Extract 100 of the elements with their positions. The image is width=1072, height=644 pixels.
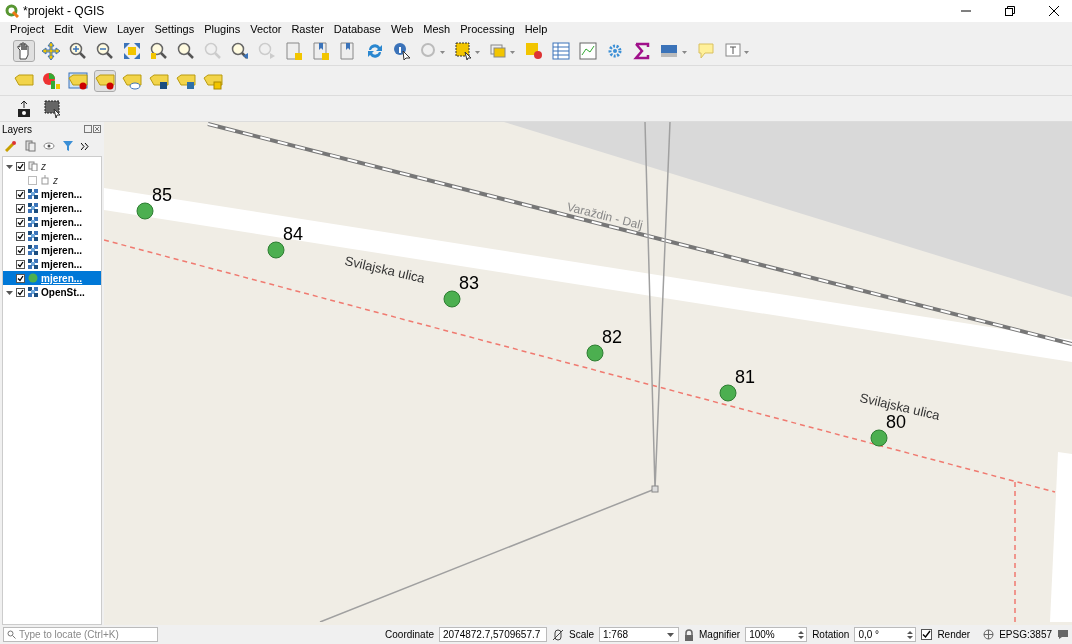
add-group-icon[interactable] (24, 140, 36, 152)
restore-icon[interactable] (1005, 6, 1015, 16)
magnifier-spinbox[interactable]: 100% (745, 627, 808, 642)
table-icon (40, 175, 50, 185)
layer-checkbox[interactable] (16, 161, 25, 171)
more-icon[interactable] (81, 142, 89, 150)
point-label: 85 (152, 185, 173, 205)
measurement-point[interactable] (136, 202, 154, 220)
layer-name: mjeren... (41, 257, 83, 272)
render-label: Render (937, 628, 971, 642)
globe-icon[interactable] (983, 629, 995, 640)
messages-icon[interactable] (1057, 629, 1069, 640)
layer-row[interactable]: OpenSt... (3, 285, 101, 299)
collapse-arrow-icon[interactable] (6, 162, 13, 170)
pin-label-icon[interactable] (68, 70, 88, 91)
measurement-point[interactable] (586, 344, 604, 362)
layer-checkbox[interactable] (16, 203, 25, 213)
zoom-out-icon[interactable] (95, 40, 115, 61)
rotation-spinbox[interactable]: 0,0 ° (854, 627, 917, 642)
layer-row[interactable]: mjeren... (3, 229, 101, 243)
menu-item[interactable]: Vector (245, 20, 287, 38)
zoom-in-icon[interactable] (68, 40, 88, 61)
layer-checkbox[interactable] (16, 273, 25, 283)
filter-icon[interactable] (62, 140, 74, 152)
close-icon[interactable] (1049, 6, 1059, 16)
menu-item[interactable]: Project (5, 20, 50, 38)
layer-checkbox[interactable] (16, 245, 25, 255)
layer-name: mjeren... (41, 229, 83, 244)
layer-checkbox[interactable] (16, 259, 25, 269)
measurement-point[interactable] (443, 290, 461, 308)
layer-row[interactable]: mjeren... (3, 271, 101, 285)
identify-icon[interactable] (392, 40, 412, 61)
pan-to-selection-icon[interactable] (41, 40, 61, 61)
panel-title: Layers (2, 122, 32, 137)
point-label: 80 (886, 412, 907, 432)
layer-row[interactable]: mjeren... (3, 257, 101, 271)
diagram-pie-icon[interactable] (41, 70, 61, 91)
zoom-last-icon[interactable] (230, 40, 250, 61)
lock-icon[interactable] (684, 628, 694, 641)
measurement-point[interactable] (719, 384, 737, 402)
menu-item[interactable]: Help (519, 20, 553, 38)
select-features-icon[interactable] (454, 40, 482, 61)
menu-item[interactable]: Mesh (418, 20, 456, 38)
mouse-icon[interactable] (551, 628, 564, 641)
menu-item[interactable]: Web (385, 20, 419, 38)
point-label: 83 (459, 273, 480, 293)
layer-name: mjeren... (41, 243, 83, 258)
layer-name: mjeren... (41, 271, 83, 286)
zoom-to-layer-icon[interactable] (176, 40, 196, 61)
coordinate-label: Coordinate (385, 628, 434, 642)
menu-item[interactable]: Settings (149, 20, 200, 38)
raster-layer-icon (28, 231, 38, 241)
layer-row[interactable]: mjeren... (3, 201, 101, 215)
field-calculator-icon[interactable] (578, 40, 598, 61)
layer-checkbox[interactable] (16, 231, 25, 241)
layer-row[interactable]: mjeren... (3, 243, 101, 257)
spin-arrows-icon (907, 629, 914, 640)
attribute-table-icon[interactable] (551, 40, 571, 61)
layer-checkbox[interactable] (16, 189, 25, 199)
deselect-icon[interactable] (524, 40, 544, 61)
coordinate-field[interactable]: 2074872.7,5709657.7 (438, 627, 547, 642)
statistics-sigma-icon[interactable] (632, 40, 652, 61)
render-checkbox[interactable] (921, 629, 933, 640)
menu-item[interactable]: Layer (111, 20, 150, 38)
point-layer-icon (28, 273, 38, 283)
style-brush-icon[interactable] (5, 140, 17, 152)
point-label: 81 (735, 367, 756, 387)
menu-item[interactable]: Raster (286, 20, 329, 38)
raster-layer-icon (28, 287, 38, 297)
layer-row[interactable]: z (3, 159, 101, 173)
menu-item[interactable]: View (78, 20, 112, 38)
raster-layer-icon (28, 189, 38, 199)
layer-checkbox[interactable] (16, 217, 25, 227)
menu-item[interactable]: Edit (49, 20, 79, 38)
pin-label-icon[interactable] (95, 70, 115, 91)
crs-button[interactable]: EPSG:3857 (999, 627, 1052, 642)
menu-item[interactable]: Processing (455, 20, 520, 38)
railway-label: Varaždin - Dalj (565, 198, 645, 235)
locate-field[interactable]: Type to locate (Ctrl+K) (3, 627, 158, 642)
select-rectangle-icon[interactable] (43, 98, 63, 119)
measurement-point[interactable] (870, 429, 888, 447)
panel-buttons-icon[interactable] (84, 125, 102, 133)
layer-name: mjeren... (41, 215, 83, 230)
layer-checkbox[interactable] (16, 287, 25, 297)
layer-row[interactable]: z (3, 173, 101, 187)
pan-hand-icon[interactable] (14, 40, 34, 61)
layer-name: mjeren... (41, 201, 83, 216)
collapse-arrow-icon[interactable] (6, 288, 13, 296)
layer-name: OpenSt... (41, 285, 85, 300)
menu-item[interactable]: Plugins (199, 20, 246, 38)
layer-checkbox[interactable] (28, 175, 37, 185)
layer-row[interactable]: mjeren... (3, 215, 101, 229)
scale-dropdown[interactable]: 1:768 (599, 627, 679, 642)
zoom-full-icon[interactable] (122, 40, 142, 61)
measurement-point[interactable] (267, 241, 285, 259)
zoom-to-selection-icon[interactable] (149, 40, 169, 61)
eye-icon[interactable] (43, 140, 55, 152)
magnifier-label: Magnifier (699, 628, 741, 642)
menu-item[interactable]: Database (328, 20, 386, 38)
layer-row[interactable]: mjeren... (3, 187, 101, 201)
